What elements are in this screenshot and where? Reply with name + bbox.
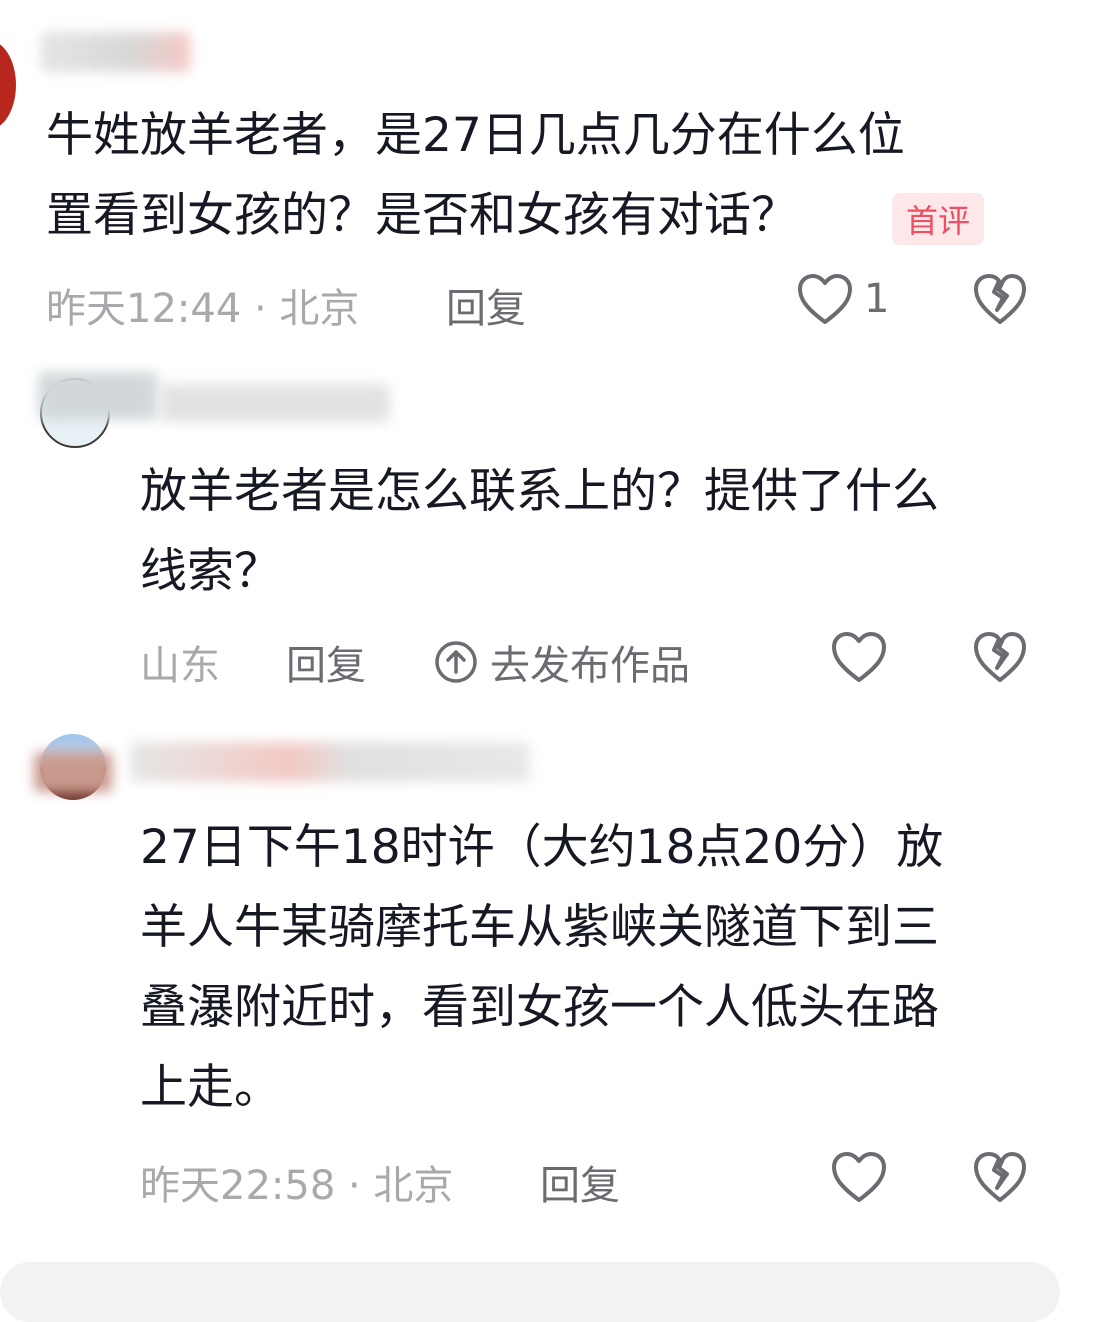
comment-text: 27日下午18时许（大约18点20分）放 羊人牛某骑摩托车从紫峡关隧道下到三 叠… [140, 820, 944, 1115]
upload-arrow-icon [435, 641, 477, 683]
broken-heart-icon[interactable] [972, 1150, 1028, 1204]
reply-button[interactable]: 回复 [286, 633, 366, 691]
comment-time-location: 昨天12:44 · 北京 [46, 286, 360, 332]
reply-button[interactable]: 回复 [446, 276, 526, 334]
comment-text: 放羊老者是怎么联系上的？提供了什么 线索？ [140, 464, 939, 599]
username-blurred[interactable] [40, 32, 190, 72]
heart-outline-icon[interactable] [830, 1150, 888, 1204]
first-comment-badge: 首评 [892, 193, 985, 245]
heart-outline-icon[interactable] [796, 272, 854, 326]
broken-heart-icon[interactable] [972, 272, 1028, 326]
publish-work-button[interactable]: 去发布作品 [434, 633, 690, 691]
username-blurred[interactable] [34, 752, 112, 792]
avatar[interactable] [0, 40, 16, 130]
like-count: 1 [864, 276, 890, 322]
username-blurred[interactable] [38, 372, 158, 420]
broken-heart-icon[interactable] [972, 630, 1028, 684]
comment-input-bar[interactable] [0, 1262, 1060, 1322]
comment-location: 山东 [140, 643, 220, 689]
comment-time-location: 昨天22:58 · 北京 [140, 1163, 454, 1209]
publish-work-label: 去发布作品 [490, 643, 690, 689]
username-blurred[interactable] [160, 384, 390, 422]
reply-button[interactable]: 回复 [540, 1153, 620, 1211]
heart-outline-icon[interactable] [830, 630, 888, 684]
username-blurred[interactable] [130, 742, 530, 782]
